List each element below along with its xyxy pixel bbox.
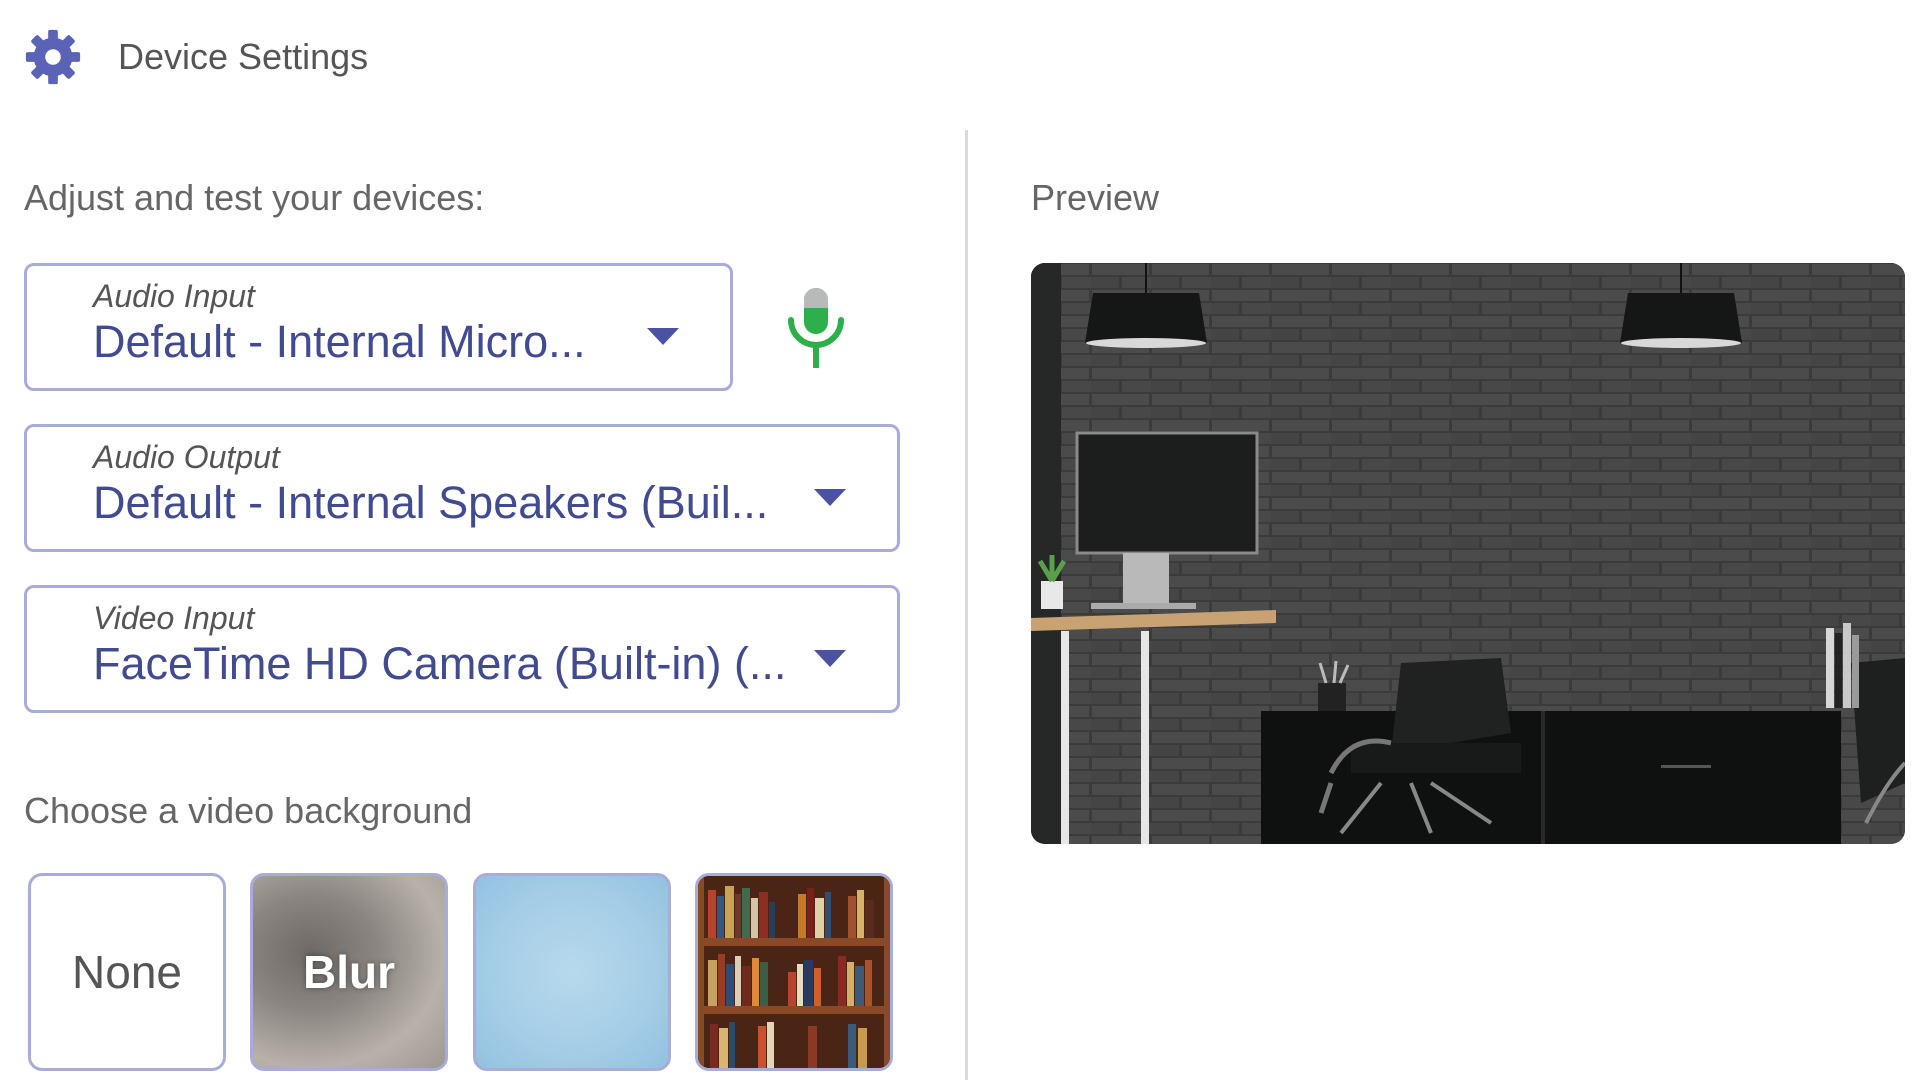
bookshelf-image	[698, 876, 890, 1068]
audio-output-caption: Audio Output	[93, 439, 280, 475]
page-title: Device Settings	[118, 36, 369, 77]
background-blur-label: Blur	[303, 946, 395, 998]
office-preview-image	[1031, 263, 1905, 844]
background-blur-option[interactable]: Blur	[250, 873, 448, 1071]
audio-input-select[interactable]: Audio Input Default - Internal Micro...	[24, 263, 733, 391]
camera-preview	[1031, 263, 1905, 844]
chevron-down-icon	[814, 489, 846, 506]
video-input-caption: Video Input	[93, 600, 255, 636]
audio-input-value: Default - Internal Micro...	[93, 316, 586, 367]
preview-label: Preview	[1031, 177, 1160, 218]
section-divider	[965, 130, 968, 1080]
background-blue-option[interactable]	[473, 873, 671, 1071]
header: Device Settings	[22, 22, 368, 92]
chevron-down-icon	[814, 650, 846, 667]
audio-output-value: Default - Internal Speakers (Buil...	[93, 477, 769, 528]
chevron-down-icon	[647, 328, 679, 345]
gear-icon	[25, 29, 81, 85]
adjust-devices-label: Adjust and test your devices:	[24, 177, 485, 218]
background-none-label: None	[72, 946, 182, 998]
audio-output-select[interactable]: Audio Output Default - Internal Speakers…	[24, 424, 900, 552]
background-none-option[interactable]: None	[28, 873, 226, 1071]
video-input-value: FaceTime HD Camera (Built-in) (...	[93, 638, 787, 689]
video-input-select[interactable]: Video Input FaceTime HD Camera (Built-in…	[24, 585, 900, 713]
audio-input-caption: Audio Input	[93, 278, 255, 314]
device-settings-page: Device Settings Adjust and test your dev…	[0, 0, 1920, 1080]
microphone-icon[interactable]	[785, 286, 847, 370]
background-bookshelf-option[interactable]	[695, 873, 893, 1071]
video-background-label: Choose a video background	[24, 790, 473, 831]
